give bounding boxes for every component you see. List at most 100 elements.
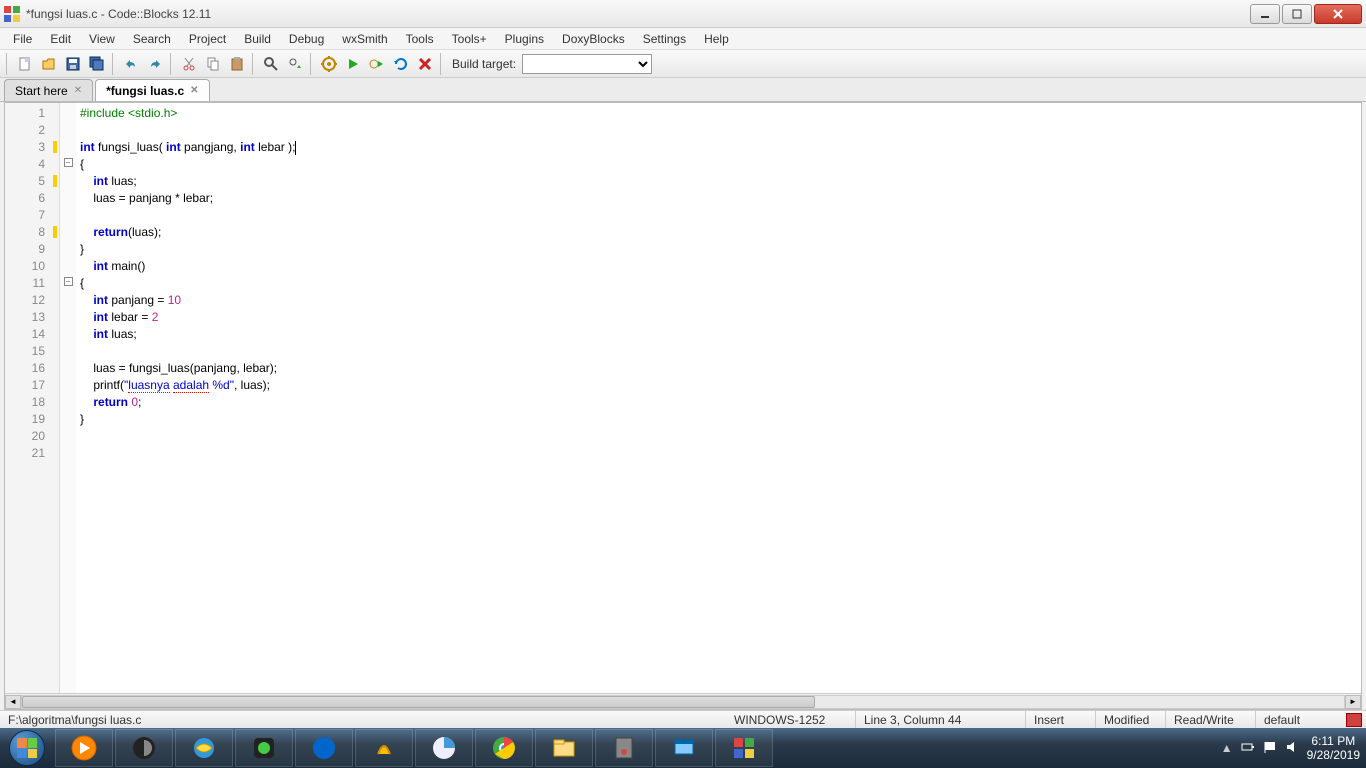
line-number: 19	[9, 411, 45, 428]
find-button[interactable]	[260, 53, 282, 75]
menu-edit[interactable]: Edit	[41, 29, 80, 49]
code-line[interactable]: int panjang = 10	[80, 292, 1357, 309]
menu-settings[interactable]: Settings	[634, 29, 695, 49]
tray-battery-icon[interactable]	[1241, 740, 1255, 757]
menu-doxyblocks[interactable]: DoxyBlocks	[553, 29, 634, 49]
line-number: 11	[9, 275, 45, 292]
menu-tools[interactable]: Tools	[397, 29, 443, 49]
tray-flag-icon[interactable]	[1263, 740, 1277, 757]
copy-button[interactable]	[202, 53, 224, 75]
taskbar-app-4[interactable]	[595, 729, 653, 767]
cut-button[interactable]	[178, 53, 200, 75]
code-line[interactable]: printf("luasnya adalah %d", luas);	[80, 377, 1357, 394]
code-line[interactable]: int luas;	[80, 326, 1357, 343]
scroll-left-arrow[interactable]: ◄	[5, 695, 21, 709]
code-line[interactable]: }	[80, 411, 1357, 428]
undo-button[interactable]	[120, 53, 142, 75]
code-line[interactable]	[80, 122, 1357, 139]
run-button[interactable]	[342, 53, 364, 75]
taskbar-chrome[interactable]	[475, 729, 533, 767]
line-number: 12	[9, 292, 45, 309]
line-number: 20	[9, 428, 45, 445]
taskbar-codeblocks[interactable]	[715, 729, 773, 767]
menu-debug[interactable]: Debug	[280, 29, 333, 49]
taskbar-app-2[interactable]	[355, 729, 413, 767]
fold-toggle-icon[interactable]: −	[64, 277, 73, 286]
redo-button[interactable]	[144, 53, 166, 75]
line-number: 18	[9, 394, 45, 411]
fold-toggle-icon[interactable]: −	[64, 158, 73, 167]
maximize-button[interactable]	[1282, 4, 1312, 24]
taskbar-app-3[interactable]	[415, 729, 473, 767]
line-number: 1	[9, 105, 45, 122]
tray-clock[interactable]: 6:11 PM 9/28/2019	[1307, 734, 1360, 762]
code-line[interactable]: #include <stdio.h>	[80, 105, 1357, 122]
build-run-button[interactable]	[366, 53, 388, 75]
code-line[interactable]: int fungsi_luas( int pangjang, int lebar…	[80, 139, 1357, 156]
code-line[interactable]: int lebar = 2	[80, 309, 1357, 326]
code-line[interactable]: luas = fungsi_luas(panjang, lebar);	[80, 360, 1357, 377]
code-line[interactable]: return(luas);	[80, 224, 1357, 241]
rebuild-button[interactable]	[390, 53, 412, 75]
code-text-area[interactable]: #include <stdio.h> int fungsi_luas( int p…	[76, 103, 1361, 709]
taskbar-ie[interactable]	[175, 729, 233, 767]
minimize-button[interactable]	[1250, 4, 1280, 24]
paste-button[interactable]	[226, 53, 248, 75]
taskbar-webcam[interactable]	[235, 729, 293, 767]
menu-build[interactable]: Build	[235, 29, 280, 49]
menu-wxsmith[interactable]: wxSmith	[333, 29, 396, 49]
fold-column: −−	[60, 103, 76, 709]
code-line[interactable]	[80, 207, 1357, 224]
abort-button[interactable]	[414, 53, 436, 75]
horizontal-scrollbar[interactable]: ◄ ►	[5, 693, 1361, 709]
code-line[interactable]: int main()	[80, 258, 1357, 275]
tab-label: Start here	[15, 84, 68, 98]
editor-tab[interactable]: *fungsi luas.c✕	[95, 79, 209, 101]
menu-view[interactable]: View	[80, 29, 124, 49]
scroll-thumb[interactable]	[22, 696, 815, 708]
taskbar-explorer[interactable]	[535, 729, 593, 767]
code-line[interactable]	[80, 445, 1357, 462]
code-line[interactable]: return 0;	[80, 394, 1357, 411]
tray-show-hidden-icon[interactable]: ▲	[1221, 741, 1233, 755]
status-indicator-icon	[1346, 713, 1362, 727]
code-line[interactable]: {	[80, 156, 1357, 173]
code-line[interactable]: }	[80, 241, 1357, 258]
menu-search[interactable]: Search	[124, 29, 180, 49]
editor-area: 123456789101112131415161718192021 −− #in…	[4, 102, 1362, 710]
change-marker-icon	[53, 226, 57, 238]
start-button[interactable]	[0, 728, 54, 768]
tab-close-icon[interactable]: ✕	[74, 85, 82, 96]
replace-button[interactable]	[284, 53, 306, 75]
build-button[interactable]	[318, 53, 340, 75]
save-all-button[interactable]	[86, 53, 108, 75]
change-marker-icon	[53, 175, 57, 187]
taskbar-firefox[interactable]	[295, 729, 353, 767]
taskbar-media-player[interactable]	[55, 729, 113, 767]
editor-tab[interactable]: Start here ✕	[4, 79, 93, 101]
save-button[interactable]	[62, 53, 84, 75]
taskbar-app-5[interactable]	[655, 729, 713, 767]
code-line[interactable]	[80, 343, 1357, 360]
line-number: 6	[9, 190, 45, 207]
code-line[interactable]: {	[80, 275, 1357, 292]
tray-volume-icon[interactable]	[1285, 740, 1299, 757]
scroll-right-arrow[interactable]: ►	[1345, 695, 1361, 709]
new-file-button[interactable]	[14, 53, 36, 75]
menu-toolsplus[interactable]: Tools+	[443, 29, 496, 49]
menu-help[interactable]: Help	[695, 29, 738, 49]
statusbar: F:\algoritma\fungsi luas.c WINDOWS-1252 …	[0, 710, 1366, 728]
menu-file[interactable]: File	[4, 29, 41, 49]
close-button[interactable]	[1314, 4, 1362, 24]
menu-plugins[interactable]: Plugins	[496, 29, 553, 49]
code-line[interactable]: int luas;	[80, 173, 1357, 190]
build-target-select[interactable]	[522, 54, 652, 74]
menu-project[interactable]: Project	[180, 29, 235, 49]
open-file-button[interactable]	[38, 53, 60, 75]
tab-close-icon[interactable]: ✕	[190, 85, 198, 96]
line-number: 14	[9, 326, 45, 343]
tray-time-text: 6:11 PM	[1307, 734, 1360, 748]
code-line[interactable]: luas = panjang * lebar;	[80, 190, 1357, 207]
code-line[interactable]	[80, 428, 1357, 445]
taskbar-app-1[interactable]	[115, 729, 173, 767]
